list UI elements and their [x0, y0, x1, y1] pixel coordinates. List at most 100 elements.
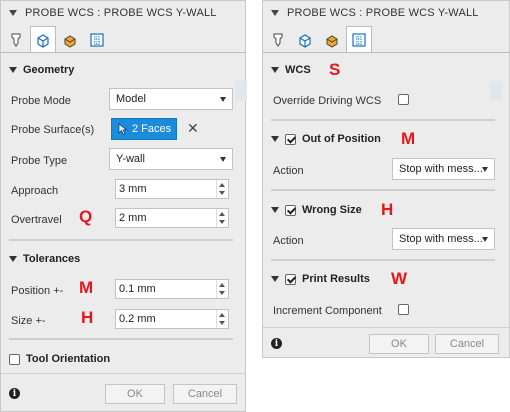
tool-orientation-checkbox[interactable] [9, 353, 20, 365]
probe-tool-icon [11, 33, 21, 47]
section-divider [271, 189, 495, 191]
svg-text:G2: G2 [94, 41, 101, 47]
tool-orientation-label: Tool Orientation [26, 353, 111, 365]
out-of-position-action-select[interactable]: Stop with mess... [392, 158, 495, 180]
wrong-size-checkbox[interactable] [285, 204, 296, 216]
section-tolerances[interactable]: Tolerances [1, 248, 245, 270]
heights-icon [64, 34, 76, 48]
clear-selection-icon[interactable]: ✕ [187, 120, 199, 137]
section-tool-orientation[interactable]: Tool Orientation [1, 348, 245, 370]
section-geometry[interactable]: Geometry [1, 59, 245, 81]
section-out-of-position[interactable]: Out of Position [263, 128, 509, 150]
annotation-s: S [329, 60, 341, 79]
size-tolerance-value: 0.2 mm [119, 313, 156, 325]
section-wcs[interactable]: WCS [263, 59, 509, 81]
probe-tool-icon [273, 33, 283, 47]
section-collapse-icon[interactable] [271, 67, 279, 73]
overtravel-value: 2 mm [119, 212, 147, 224]
geometry-cube-icon [37, 33, 49, 48]
collapse-icon[interactable] [271, 10, 279, 16]
position-tolerance-value: 0.1 mm [119, 283, 156, 295]
chevron-down-icon [220, 97, 226, 102]
annotation-m: M [79, 278, 94, 297]
section-wcs-title: WCS [285, 64, 311, 76]
approach-value: 3 mm [119, 183, 147, 195]
panel-edge-marker [235, 81, 247, 101]
wrong-size-action-value: Stop with mess... [399, 233, 483, 245]
tab-heights[interactable] [319, 27, 345, 52]
section-divider [9, 338, 233, 340]
position-tolerance-label: Position +- [11, 285, 64, 297]
ok-button[interactable]: OK [105, 384, 165, 404]
override-wcs-label: Override Driving WCS [273, 95, 382, 107]
probe-wcs-dialog-geometry: PROBE WCS : PROBE WCS Y-WALL G1 G2 Geomet… [0, 0, 247, 412]
spinner-icon[interactable] [216, 180, 228, 198]
section-collapse-icon[interactable] [271, 207, 279, 213]
probe-mode-value: Model [116, 93, 146, 105]
tab-bar: G1 G2 [1, 25, 245, 53]
ok-button[interactable]: OK [369, 334, 429, 354]
tab-actions[interactable]: G1 G2 [346, 26, 372, 52]
annotation-m: M [401, 129, 416, 148]
section-divider [9, 239, 233, 241]
probe-wcs-dialog-actions: PROBE WCS : PROBE WCS Y-WALL G1 G2 WCS S … [262, 0, 510, 358]
chevron-down-icon [220, 157, 226, 162]
heights-icon [326, 34, 338, 48]
cancel-button[interactable]: Cancel [435, 334, 499, 354]
increment-component-checkbox[interactable] [398, 304, 409, 315]
wrong-size-action-select[interactable]: Stop with mess... [392, 228, 495, 250]
chevron-down-icon [482, 167, 488, 172]
section-print-results-title: Print Results [302, 273, 370, 285]
chevron-down-icon [482, 237, 488, 242]
section-print-results[interactable]: Print Results [263, 268, 509, 290]
spinner-icon[interactable] [216, 280, 228, 298]
print-results-checkbox[interactable] [285, 273, 296, 285]
tab-geometry[interactable] [292, 27, 318, 52]
info-icon[interactable]: i [271, 338, 282, 349]
info-icon[interactable]: i [9, 388, 20, 399]
probe-surface-selection-button[interactable]: 2 Faces [111, 118, 177, 140]
annotation-w: W [391, 269, 408, 288]
probe-surface-label: Probe Surface(s) [11, 124, 95, 136]
override-wcs-checkbox[interactable] [398, 94, 409, 105]
spinner-icon[interactable] [216, 209, 228, 227]
dialog-titlebar[interactable]: PROBE WCS : PROBE WCS Y-WALL [1, 1, 245, 25]
section-collapse-icon[interactable] [271, 136, 279, 142]
collapse-icon[interactable] [9, 10, 17, 16]
tab-actions[interactable]: G1 G2 [84, 27, 110, 52]
size-tolerance-input[interactable]: 0.2 mm [115, 309, 229, 329]
wrong-size-action-label: Action [273, 235, 304, 247]
section-tolerances-title: Tolerances [23, 253, 81, 265]
section-collapse-icon[interactable] [9, 256, 17, 262]
probe-type-label: Probe Type [11, 155, 68, 167]
out-of-position-checkbox[interactable] [285, 133, 296, 145]
out-of-position-action-value: Stop with mess... [399, 163, 483, 175]
tab-tool[interactable] [265, 27, 291, 52]
probe-surface-value: 2 Faces [132, 123, 172, 135]
dialog-titlebar[interactable]: PROBE WCS : PROBE WCS Y-WALL [263, 1, 509, 25]
actions-icon: G1G2 [90, 32, 104, 47]
approach-input[interactable]: 3 mm [115, 179, 229, 199]
tab-tool[interactable] [3, 27, 29, 52]
probe-type-select[interactable]: Y-wall [109, 148, 233, 170]
probe-type-value: Y-wall [116, 153, 145, 165]
actions-icon: G1G2 [352, 32, 366, 47]
probe-mode-select[interactable]: Model [109, 88, 233, 110]
annotation-h: H [81, 308, 94, 327]
position-tolerance-input[interactable]: 0.1 mm [115, 279, 229, 299]
approach-label: Approach [11, 185, 59, 197]
out-of-position-action-label: Action [273, 165, 304, 177]
section-collapse-icon[interactable] [9, 67, 17, 73]
section-geometry-title: Geometry [23, 64, 75, 76]
tab-geometry[interactable] [30, 26, 56, 52]
probe-mode-label: Probe Mode [11, 95, 71, 107]
overtravel-input[interactable]: 2 mm [115, 208, 229, 228]
tab-bar: G1 G2 [263, 25, 509, 53]
section-collapse-icon[interactable] [271, 276, 279, 282]
section-wrong-size-title: Wrong Size [302, 204, 362, 216]
footer-divider [1, 373, 245, 374]
tab-heights[interactable] [57, 27, 83, 52]
cancel-button[interactable]: Cancel [173, 384, 237, 404]
spinner-icon[interactable] [216, 310, 228, 328]
annotation-h: H [381, 200, 394, 219]
